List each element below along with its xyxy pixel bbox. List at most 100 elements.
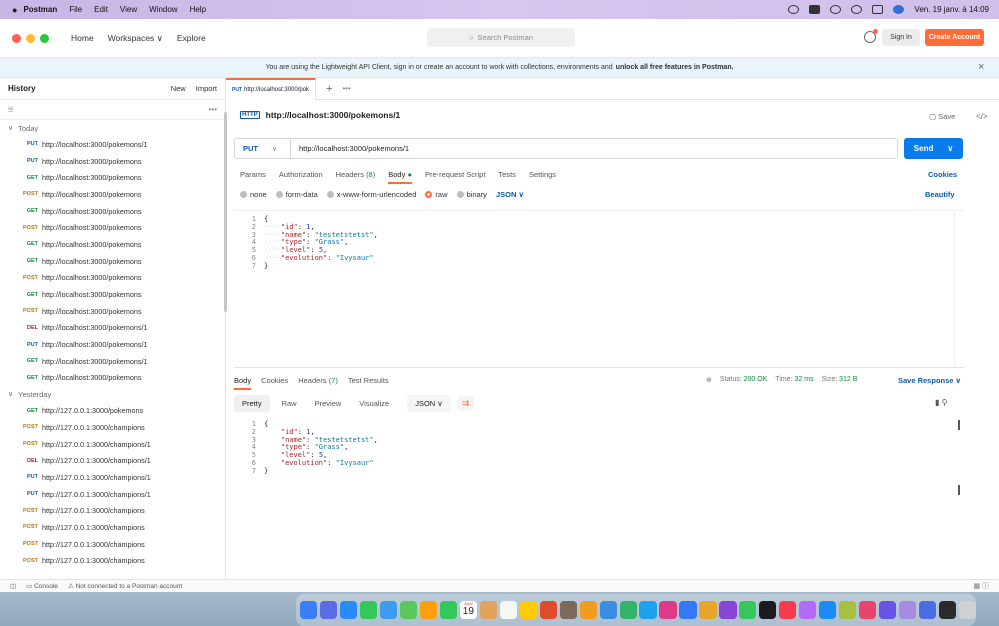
resp-tab-body[interactable]: Body xyxy=(234,376,252,390)
tab-body[interactable]: Body ● xyxy=(388,170,412,184)
history-group[interactable]: ∨ Yesterday xyxy=(0,386,225,402)
dock-app-icon[interactable] xyxy=(919,601,937,619)
chevron-down-icon[interactable]: ∨ xyxy=(947,144,953,153)
radio-raw[interactable]: raw xyxy=(425,190,448,199)
tab-params[interactable]: Params xyxy=(240,170,266,184)
cookies-link[interactable]: Cookies xyxy=(928,170,957,179)
menu-file[interactable]: File xyxy=(69,5,82,14)
dock-app-icon[interactable] xyxy=(639,601,657,619)
history-item[interactable]: GET http://localhost:3000/pokemons xyxy=(0,286,225,303)
history-item[interactable]: POST http://127.0.0.1:3000/champions xyxy=(0,536,225,553)
menu-window[interactable]: Window xyxy=(149,5,177,14)
search-input[interactable]: ○ Search Postman xyxy=(427,28,575,47)
new-button[interactable]: New xyxy=(171,84,186,93)
tab-request[interactable]: PUT http://localhost:3000/pok xyxy=(226,77,317,100)
console-button[interactable]: ▭ Console xyxy=(26,582,58,590)
create-account-button[interactable]: Create Account xyxy=(925,29,984,46)
dock-app-icon[interactable]: JANV 19 xyxy=(459,601,477,619)
radio-binary[interactable]: binary xyxy=(456,190,487,199)
dock-app-icon[interactable] xyxy=(699,601,717,619)
search-icon[interactable] xyxy=(851,5,863,14)
dock-app-icon[interactable] xyxy=(939,601,957,619)
dock-app-icon[interactable] xyxy=(339,601,358,619)
history-item[interactable]: DEL http://127.0.0.1:3000/champions/1 xyxy=(0,452,225,469)
editor-scrollbar[interactable] xyxy=(954,212,962,366)
tab-authorization[interactable]: Authorization xyxy=(279,170,323,184)
response-size[interactable]: Size: 312 B xyxy=(822,376,858,384)
history-item[interactable]: POST http://127.0.0.1:3000/champions/1 xyxy=(0,436,225,453)
history-item[interactable]: POST http://localhost:3000/pokemons xyxy=(0,186,225,203)
new-tab-icon[interactable]: + xyxy=(326,83,332,95)
battery-icon[interactable] xyxy=(809,5,821,14)
dock-app-icon[interactable] xyxy=(539,601,557,619)
status-code[interactable]: Status: 200 OK xyxy=(720,376,767,384)
sidebar-scrollbar[interactable] xyxy=(224,112,227,312)
request-body-editor[interactable]: 1{2 ···· "id": 1, 3 ···· "name": "testetstets… xyxy=(234,210,964,368)
sign-in-button[interactable]: Sign In xyxy=(882,29,920,46)
dock-app-icon[interactable] xyxy=(579,601,597,619)
history-item[interactable]: PUT http://localhost:3000/pokemons xyxy=(0,153,225,170)
response-scroll-marker[interactable] xyxy=(958,420,960,430)
window-close-icon[interactable] xyxy=(12,33,21,43)
menu-view[interactable]: View xyxy=(120,5,137,14)
dock-app-icon[interactable] xyxy=(300,601,318,619)
response-scroll-marker[interactable] xyxy=(958,485,960,495)
dock-app-icon[interactable] xyxy=(519,601,537,619)
history-item[interactable]: DEL http://localhost:3000/pokemons/1 xyxy=(0,320,225,337)
history-item[interactable]: PUT http://127.0.0.1:3000/champions/1 xyxy=(0,469,225,486)
history-item[interactable]: GET http://localhost:3000/pokemons xyxy=(0,203,225,220)
radio-urlencoded[interactable]: x-www-form-urlencoded xyxy=(326,190,416,199)
code-icon[interactable]: </> xyxy=(976,112,988,121)
tab-tests[interactable]: Tests xyxy=(498,170,516,184)
more-icon[interactable]: ••• xyxy=(209,105,217,114)
nav-workspaces[interactable]: Workspaces ∨ xyxy=(108,33,163,44)
dock-app-icon[interactable] xyxy=(619,601,637,619)
more-tabs-icon[interactable]: ••• xyxy=(342,84,350,93)
dock-app-icon[interactable] xyxy=(879,601,897,619)
beautify-button[interactable]: Beautify xyxy=(925,190,955,199)
history-item[interactable]: POST http://127.0.0.1:3000/champions xyxy=(0,519,225,536)
history-item[interactable]: GET http://localhost:3000/pokemons xyxy=(0,253,225,270)
history-item[interactable]: GET http://127.0.0.1:3000/pokemons xyxy=(0,402,225,419)
request-title-text[interactable]: http://localhost:3000/pokemons/1 xyxy=(266,110,401,120)
method-select[interactable]: PUT ∨ xyxy=(235,139,291,158)
dock-app-icon[interactable] xyxy=(839,601,857,619)
dock-app-icon[interactable] xyxy=(679,601,697,619)
window-minimize-icon[interactable] xyxy=(26,33,35,43)
history-item[interactable]: GET http://localhost:3000/pokemons/1 xyxy=(0,353,225,370)
settings-gear-icon[interactable] xyxy=(864,29,878,43)
filter-icon[interactable]: ⩸ xyxy=(8,104,209,115)
copy-search-icons[interactable]: ▮ ⚲ xyxy=(935,398,947,407)
history-item[interactable]: PUT http://127.0.0.1:3000/champions/1 xyxy=(0,486,225,503)
nav-home[interactable]: Home xyxy=(71,33,94,43)
dock-app-icon[interactable] xyxy=(379,601,398,619)
dock-app-icon[interactable] xyxy=(499,601,517,619)
footer-right-icons[interactable]: ▦ ⓘ xyxy=(973,581,989,591)
dock-app-icon[interactable] xyxy=(319,601,338,619)
save-button[interactable]: ▢ Save xyxy=(929,112,955,121)
history-item[interactable]: POST http://127.0.0.1:3000/champions xyxy=(0,419,225,436)
sidebar-toggle-icon[interactable]: ◫ xyxy=(10,582,16,590)
globe-icon[interactable]: ⊕ xyxy=(706,376,712,384)
body-format-select[interactable]: JSON ∨ xyxy=(496,190,524,199)
dock-app-icon[interactable] xyxy=(559,601,577,619)
record-icon[interactable] xyxy=(788,5,800,14)
menu-app-name[interactable]: Postman xyxy=(23,5,57,14)
dock-app-icon[interactable] xyxy=(359,601,378,619)
view-visualize[interactable]: Visualize xyxy=(353,395,395,412)
history-item[interactable]: PUT http://localhost:3000/pokemons/1 xyxy=(0,336,225,353)
history-item[interactable]: POST http://localhost:3000/pokemons xyxy=(0,303,225,320)
history-item[interactable]: PUT http://localhost:3000/pokemons/1 xyxy=(0,136,225,153)
url-input[interactable]: http://localhost:3000/pokemons/1 xyxy=(291,144,409,153)
dock-app-icon[interactable] xyxy=(479,601,497,619)
dock-app-icon[interactable] xyxy=(439,601,457,619)
send-button[interactable]: Send ∨ xyxy=(904,138,963,159)
dock-app-icon[interactable] xyxy=(899,601,917,619)
window-zoom-icon[interactable] xyxy=(40,33,49,43)
control-center-icon[interactable] xyxy=(872,5,884,14)
siri-icon[interactable] xyxy=(893,5,905,14)
tab-settings[interactable]: Settings xyxy=(529,170,556,184)
nav-explore[interactable]: Explore xyxy=(177,33,206,43)
dock-app-icon[interactable] xyxy=(599,601,617,619)
history-group[interactable]: ∨ Today xyxy=(0,120,225,136)
